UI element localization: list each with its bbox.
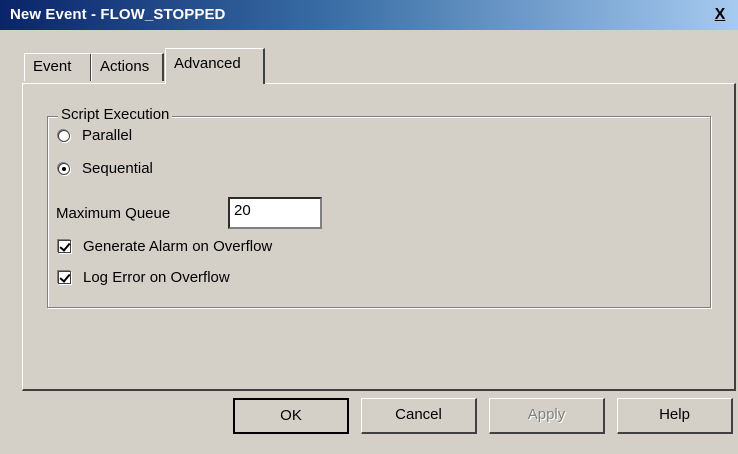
script-execution-legend: Script Execution [58,106,173,123]
help-button[interactable]: Help [617,398,733,434]
radio-sequential-label: Sequential [82,160,153,177]
radio-parallel-label: Parallel [82,127,133,144]
radio-sequential-button[interactable] [58,162,70,175]
title-bar: New Event - FLOW_STOPPED X [0,0,738,30]
close-icon: X [714,6,726,23]
advanced-tab-panel: Script Execution Parallel Sequential Max… [22,83,736,391]
apply-button[interactable]: Apply [489,398,605,434]
maximum-queue-label: Maximum Queue [56,205,171,222]
checkbox-generate-alarm[interactable]: Generate Alarm on Overflow [58,238,272,255]
tab-actions-label: Actions [100,58,150,75]
checkbox-log-error[interactable]: Log Error on Overflow [58,269,230,286]
tab-actions[interactable]: Actions [91,53,164,81]
tab-event[interactable]: Event [24,53,92,81]
radio-sequential[interactable]: Sequential [58,160,153,177]
cancel-button[interactable]: Cancel [361,398,477,434]
tab-advanced[interactable]: Advanced [165,48,265,84]
tab-event-label: Event [33,58,72,75]
close-button[interactable]: X [712,7,728,23]
window-title: New Event - FLOW_STOPPED [10,6,226,23]
maximum-queue-input[interactable]: 20 [228,197,322,229]
log-error-checkbox[interactable] [58,271,71,284]
tab-advanced-label: Advanced [174,55,241,72]
script-execution-group: Script Execution Parallel Sequential Max… [47,106,711,308]
generate-alarm-checkbox[interactable] [58,240,71,253]
radio-parallel[interactable]: Parallel [58,127,132,144]
generate-alarm-label: Generate Alarm on Overflow [83,238,273,255]
radio-parallel-button[interactable] [58,129,70,142]
log-error-label: Log Error on Overflow [83,269,230,286]
ok-button[interactable]: OK [233,398,349,434]
